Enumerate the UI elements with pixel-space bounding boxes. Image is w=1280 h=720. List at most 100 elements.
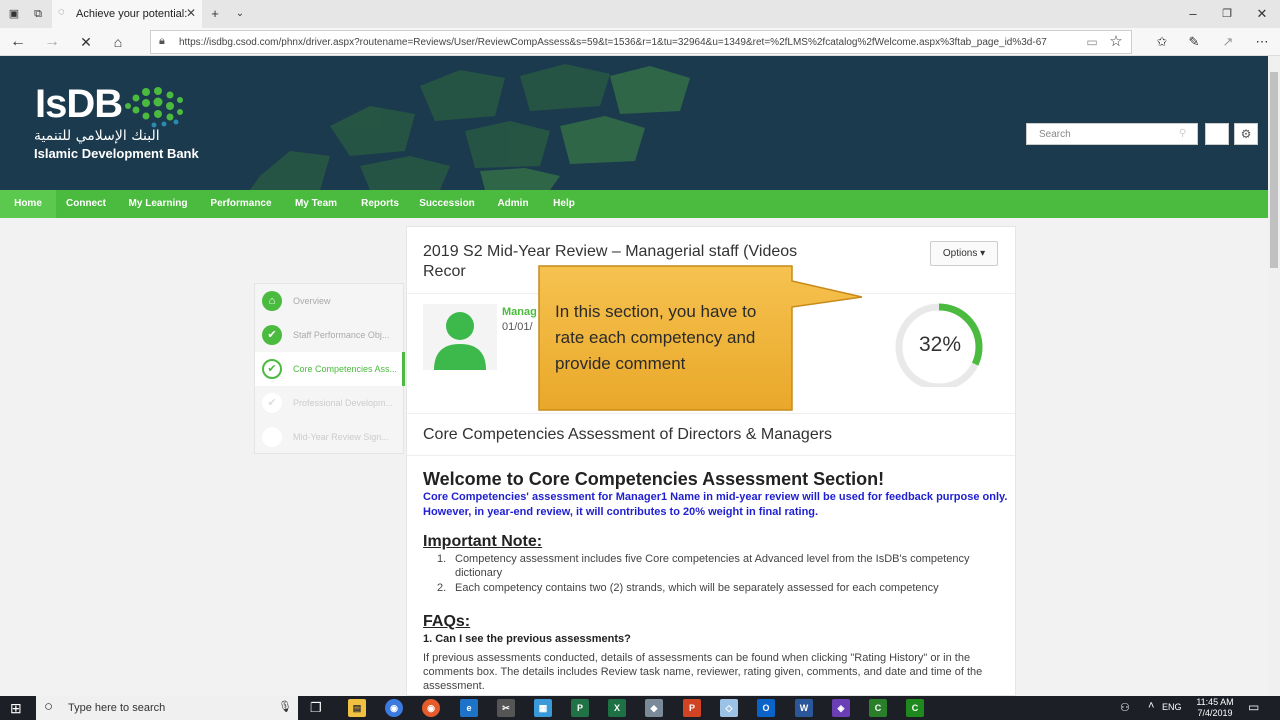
file-explorer-icon[interactable]: ▤: [348, 699, 366, 717]
settings-button[interactable]: ⚙: [1234, 123, 1258, 145]
chevron-down-icon[interactable]: ⌄: [230, 4, 250, 24]
edge-icon[interactable]: e: [460, 699, 478, 717]
note-number: 1.: [437, 553, 447, 565]
microphone-icon[interactable]: 🎙︎: [278, 700, 292, 713]
input-language[interactable]: ENG: [1162, 702, 1182, 712]
favorites-hub-icon[interactable]: ✩: [1152, 32, 1172, 52]
nav-performance[interactable]: Performance: [204, 190, 278, 218]
set-aside-tabs-icon[interactable]: ⧉: [28, 4, 48, 24]
main-nav: Home Connect My Learning Performance My …: [0, 190, 1268, 218]
powerpoint-icon[interactable]: P: [683, 699, 701, 717]
clock[interactable]: 11:45 AM 7/4/2019: [1190, 697, 1240, 719]
camtasia-recorder-icon[interactable]: C: [906, 699, 924, 717]
browser-tab-bar: ▣ ⧉ ◌ Achieve your potential: ✕ + ⌄ – ❐ …: [0, 0, 1280, 28]
nav-connect[interactable]: Connect: [58, 190, 114, 218]
people-icon[interactable]: ⚇: [1120, 701, 1130, 714]
browser-tab[interactable]: ◌ Achieve your potential: ✕: [52, 0, 202, 28]
welcome-description: Core Competencies' assessment for Manage…: [423, 491, 1008, 518]
nav-reports[interactable]: Reports: [354, 190, 406, 218]
url-input[interactable]: 🔒︎ https://isdbg.csod.com/phnx/driver.as…: [150, 30, 1132, 54]
step-label: Core Competencies Ass...: [293, 364, 398, 374]
reading-view-icon[interactable]: ▭: [1082, 32, 1102, 52]
action-center-icon[interactable]: ▭: [1248, 700, 1259, 714]
checkmark-icon: ✔: [262, 393, 282, 413]
divider: [407, 413, 1015, 414]
taskbar-search-input[interactable]: ○ Type here to search 🎙︎: [36, 696, 298, 720]
user-silhouette-icon: [434, 312, 486, 370]
notifications-button[interactable]: [1205, 123, 1229, 145]
search-icon: ⚲: [1179, 128, 1187, 139]
more-icon[interactable]: ⋯: [1252, 32, 1272, 52]
step-professional-development[interactable]: ✔ Professional Developm...: [255, 386, 405, 420]
close-tab-icon[interactable]: ✕: [186, 6, 196, 20]
gear-icon: ⚙: [1240, 127, 1252, 141]
clock-date: 7/4/2019: [1197, 708, 1233, 718]
hexagon-pattern-decoration: [250, 64, 690, 190]
home-icon[interactable]: ⌂: [108, 32, 128, 52]
new-tab-icon[interactable]: +: [205, 4, 225, 24]
faq-heading: FAQs:: [423, 613, 471, 630]
task-view-icon[interactable]: ❐: [310, 700, 322, 716]
camtasia-icon[interactable]: C: [869, 699, 887, 717]
loading-icon: ◌: [58, 6, 65, 18]
page-scrollbar[interactable]: [1268, 56, 1280, 696]
favorite-star-icon[interactable]: ☆: [1106, 32, 1126, 52]
faq-answer: If previous assessments conducted, detai…: [423, 652, 983, 692]
nav-succession[interactable]: Succession: [414, 190, 480, 218]
step-label: Overview: [293, 296, 331, 306]
nav-help[interactable]: Help: [546, 190, 582, 218]
empty-circle-icon: [262, 427, 282, 447]
logo-subtitle: Islamic Development Bank: [34, 146, 199, 161]
search-input[interactable]: Search ⚲: [1026, 123, 1198, 145]
address-bar: ← → ✕ ⌂ 🔒︎ https://isdbg.csod.com/phnx/d…: [0, 28, 1280, 56]
excel-icon[interactable]: X: [608, 699, 626, 717]
scrollbar-thumb[interactable]: [1270, 72, 1278, 268]
snipping-tool-icon[interactable]: ✂: [497, 699, 515, 717]
restore-icon[interactable]: ❐: [1217, 4, 1237, 24]
project-icon[interactable]: P: [571, 699, 589, 717]
nav-my-learning[interactable]: My Learning: [122, 190, 194, 218]
important-note-heading: Important Note:: [423, 533, 543, 550]
progress-ring: 32%: [893, 303, 987, 391]
firefox-icon[interactable]: ◉: [422, 699, 440, 717]
step-label: Professional Developm...: [293, 398, 394, 408]
windows-start-icon[interactable]: ⊞: [10, 700, 22, 717]
taskbar-search-placeholder: Type here to search: [68, 702, 166, 714]
step-core-competencies[interactable]: ✔ Core Competencies Ass...: [255, 352, 405, 386]
app-icon[interactable]: ◆: [645, 699, 663, 717]
logo-wordmark: IsDB: [35, 82, 123, 126]
nav-my-team[interactable]: My Team: [286, 190, 346, 218]
step-mid-year-signoff[interactable]: Mid-Year Review Sign...: [255, 420, 405, 454]
step-label: Mid-Year Review Sign...: [293, 432, 389, 442]
url-text: https://isdbg.csod.com/phnx/driver.aspx?…: [179, 37, 1047, 48]
word-icon[interactable]: W: [795, 699, 813, 717]
share-icon[interactable]: ↗: [1218, 32, 1238, 52]
minimize-icon[interactable]: –: [1183, 4, 1203, 24]
section-title: Core Competencies Assessment of Director…: [423, 426, 833, 443]
chrome-icon[interactable]: ◉: [385, 699, 403, 717]
tutorial-callout-text: In this section, you have to rate each c…: [555, 302, 757, 373]
forward-icon[interactable]: →: [42, 32, 62, 52]
checkmark-icon: ✔: [262, 359, 282, 379]
nav-admin[interactable]: Admin: [488, 190, 538, 218]
welcome-heading: Welcome to Core Competencies Assessment …: [423, 469, 885, 489]
step-overview[interactable]: ⌂ Overview: [255, 284, 405, 318]
stop-loading-icon[interactable]: ✕: [76, 32, 96, 52]
visual-studio-icon[interactable]: ◈: [832, 699, 850, 717]
tab-actions-icon[interactable]: ▣: [4, 4, 24, 24]
lock-icon: 🔒︎: [159, 35, 165, 47]
outlook-icon[interactable]: O: [757, 699, 775, 717]
pen-icon[interactable]: ✎: [1184, 32, 1204, 52]
reviewee-name-link[interactable]: Manag: [502, 306, 537, 318]
app-icon[interactable]: ▦: [534, 699, 552, 717]
chevron-up-icon[interactable]: ˄: [1148, 700, 1154, 712]
back-icon[interactable]: ←: [8, 32, 28, 52]
nav-home[interactable]: Home: [0, 190, 56, 218]
step-staff-performance[interactable]: ✔ Staff Performance Obj...: [255, 318, 405, 352]
cortana-circle-icon: ○: [44, 698, 54, 715]
window-close-icon[interactable]: ✕: [1252, 4, 1272, 24]
app-icon[interactable]: ◇: [720, 699, 738, 717]
options-dropdown-button[interactable]: Options ▾: [930, 241, 998, 266]
windows-taskbar: ⊞ ○ Type here to search 🎙︎ ❐ ▤ ◉ ◉ e ✂ ▦…: [0, 696, 1280, 720]
faq-question: 1. Can I see the previous assessments?: [423, 633, 631, 645]
